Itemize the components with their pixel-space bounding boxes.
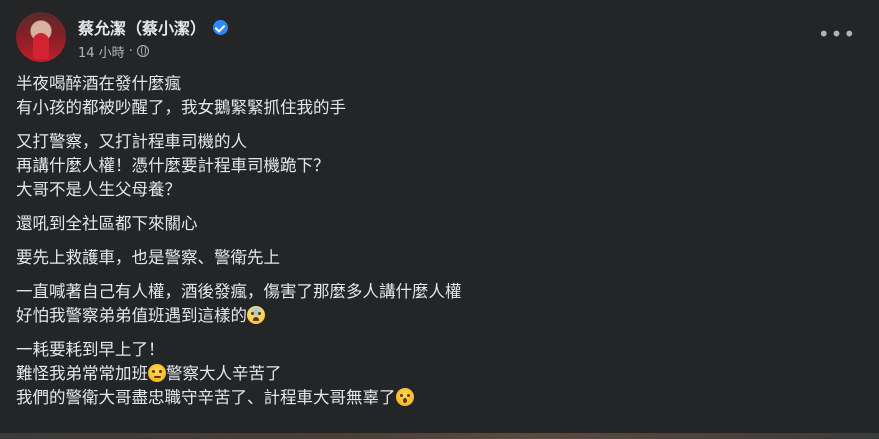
text-line: 難怪我弟常常加班 xyxy=(16,364,148,383)
meta-separator: · xyxy=(128,43,133,59)
author-row: 蔡允潔（蔡小潔） xyxy=(78,15,229,39)
author-name[interactable]: 蔡允潔（蔡小潔） xyxy=(78,15,206,39)
text-line: 又打警察，又打計程車司機的人 xyxy=(16,132,247,151)
paragraph-5: 一直喊著自己有人權，酒後發瘋，傷害了那麼多人講什麼人權 好怕我警察弟弟值班遇到這樣… xyxy=(16,280,863,328)
globe-icon[interactable] xyxy=(136,45,149,57)
text-line: 有小孩的都被吵醒了，我女鵝緊緊抓住我的手 xyxy=(16,98,346,117)
post-meta: 14 小時 · xyxy=(78,42,149,61)
avatar-figure xyxy=(33,33,49,59)
post-card: 蔡允潔（蔡小潔） 14 小時 · ••• 半夜喝醉酒在發什麼瘋有小孩的都被吵醒了… xyxy=(0,0,879,439)
text-line: 還吼到全社區都下來關心 xyxy=(16,214,198,233)
post-header: 蔡允潔（蔡小潔） 14 小時 · ••• xyxy=(16,12,863,64)
text-line: 半夜喝醉酒在發什麼瘋 xyxy=(16,74,181,93)
paragraph-4: 要先上救護車，也是警察、警衛先上 xyxy=(16,246,863,270)
text-line: 我們的警衛大哥盡忠職守辛苦了、計程車大哥無辜了 xyxy=(16,388,396,407)
author-avatar[interactable] xyxy=(16,12,66,62)
more-options-button[interactable]: ••• xyxy=(817,20,857,56)
attached-media-edge xyxy=(0,433,879,439)
post-body: 半夜喝醉酒在發什麼瘋有小孩的都被吵醒了，我女鵝緊緊抓住我的手 又打警察，又打計程… xyxy=(16,72,863,420)
verified-badge-icon xyxy=(213,19,229,35)
text-line: 再講什麼人權！憑什麼要計程車司機跪下？ xyxy=(16,156,330,175)
astonished-face-emoji xyxy=(395,388,414,406)
text-line: 一直喊著自己有人權，酒後發瘋，傷害了那麼多人講什麼人權 xyxy=(16,282,462,301)
post-time[interactable]: 14 小時 xyxy=(78,42,125,61)
paragraph-6: 一耗要耗到早上了！ 難怪我弟常常加班 警察大人辛苦了我們的警衛大哥盡忠職守辛苦了、計… xyxy=(16,338,863,410)
text-line: 一耗要耗到早上了！ xyxy=(16,340,165,359)
text-line: 大哥不是人生父母養？ xyxy=(16,180,181,199)
paragraph-2: 又打警察，又打計程車司機的人再講什麼人權！憑什麼要計程車司機跪下？ 大哥不是人生父… xyxy=(16,130,863,202)
text-line: 警察大人辛苦了 xyxy=(166,364,282,383)
text-line: 要先上救護車，也是警察、警衛先上 xyxy=(16,248,280,267)
paragraph-3: 還吼到全社區都下來關心 xyxy=(16,212,863,236)
more-horizontal-icon: ••• xyxy=(817,22,857,46)
text-line: 好怕我警察弟弟值班遇到這樣的 xyxy=(16,306,247,325)
fearful-face-emoji xyxy=(247,306,265,324)
pleading-face-emoji xyxy=(148,364,166,382)
paragraph-1: 半夜喝醉酒在發什麼瘋有小孩的都被吵醒了，我女鵝緊緊抓住我的手 xyxy=(16,72,863,120)
